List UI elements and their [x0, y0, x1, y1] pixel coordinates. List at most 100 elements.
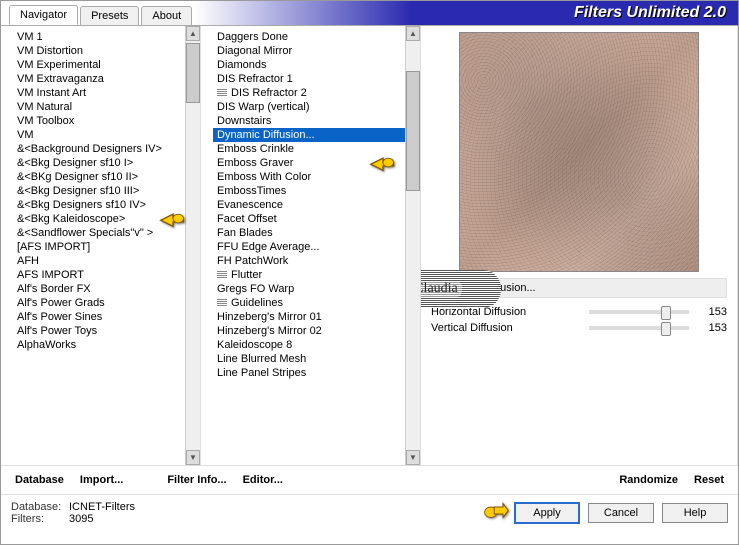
- list-item[interactable]: Diagonal Mirror: [213, 44, 420, 58]
- list-item[interactable]: VM Natural: [13, 100, 200, 114]
- list-item[interactable]: VM Experimental: [13, 58, 200, 72]
- list-item-label: Gregs FO Warp: [217, 283, 294, 295]
- list-item-label: DIS Refractor 1: [217, 73, 293, 85]
- list-item-label: DIS Warp (vertical): [217, 101, 310, 113]
- scrollbar-filters[interactable]: ▲ ▼: [405, 26, 420, 465]
- tab-bar: NavigatorPresetsAbout: [1, 1, 194, 25]
- category-list[interactable]: VM 1VM DistortionVM ExperimentalVM Extra…: [1, 26, 200, 465]
- list-item[interactable]: &<Bkg Designers sf10 IV>: [13, 198, 200, 212]
- list-item[interactable]: &<Background Designers IV>: [13, 142, 200, 156]
- list-item[interactable]: Kaleidoscope 8: [213, 338, 420, 352]
- list-item[interactable]: Hinzeberg's Mirror 01: [213, 310, 420, 324]
- param-label: Vertical Diffusion: [431, 322, 581, 334]
- param-value: 153: [697, 306, 727, 318]
- list-item[interactable]: Downstairs: [213, 114, 420, 128]
- watermark: Claudia: [421, 270, 501, 308]
- scroll-down-icon[interactable]: ▼: [406, 450, 420, 465]
- list-item[interactable]: Flutter: [213, 268, 420, 282]
- scrollbar-categories[interactable]: ▲ ▼: [185, 26, 200, 465]
- scroll-up-icon[interactable]: ▲: [406, 26, 420, 41]
- list-item[interactable]: &<Sandflower Specials"v" >: [13, 226, 200, 240]
- list-item[interactable]: Alf's Power Sines: [13, 310, 200, 324]
- list-item[interactable]: &<Bkg Kaleidoscope>: [13, 212, 200, 226]
- scroll-up-icon[interactable]: ▲: [186, 26, 200, 41]
- list-item[interactable]: Diamonds: [213, 58, 420, 72]
- preview-image: [459, 32, 699, 272]
- list-item[interactable]: Evanescence: [213, 198, 420, 212]
- scroll-thumb[interactable]: [406, 71, 420, 191]
- param-slider[interactable]: [589, 310, 689, 314]
- list-item[interactable]: Daggers Done: [213, 30, 420, 44]
- scroll-thumb[interactable]: [186, 43, 200, 103]
- preset-icon: [217, 271, 227, 279]
- list-item[interactable]: FH PatchWork: [213, 254, 420, 268]
- list-item-label: FFU Edge Average...: [217, 241, 320, 253]
- list-item[interactable]: Alf's Power Toys: [13, 324, 200, 338]
- preset-icon: [217, 89, 227, 97]
- database-button[interactable]: Database: [11, 472, 68, 488]
- list-item[interactable]: &<Bkg Designer sf10 I>: [13, 156, 200, 170]
- list-item[interactable]: VM Distortion: [13, 44, 200, 58]
- list-item-label: FH PatchWork: [217, 255, 288, 267]
- preset-icon: [217, 299, 227, 307]
- list-item[interactable]: Emboss Crinkle: [213, 142, 420, 156]
- list-item[interactable]: Gregs FO Warp: [213, 282, 420, 296]
- list-item[interactable]: &<Bkg Designer sf10 III>: [13, 184, 200, 198]
- list-item[interactable]: Alf's Border FX: [13, 282, 200, 296]
- list-item-label: Hinzeberg's Mirror 01: [217, 311, 322, 323]
- list-item[interactable]: Emboss With Color: [213, 170, 420, 184]
- param-row: Vertical Diffusion 153: [431, 320, 727, 336]
- list-item[interactable]: DIS Refractor 2: [213, 86, 420, 100]
- apply-button[interactable]: Apply: [514, 502, 580, 524]
- list-item[interactable]: Dynamic Diffusion...: [213, 128, 420, 142]
- randomize-button[interactable]: Randomize: [615, 472, 682, 488]
- cancel-button[interactable]: Cancel: [588, 503, 654, 523]
- list-item[interactable]: AFH: [13, 254, 200, 268]
- list-item-label: Emboss Crinkle: [217, 143, 294, 155]
- list-item-label: Hinzeberg's Mirror 02: [217, 325, 322, 337]
- editor-button[interactable]: Editor...: [239, 472, 287, 488]
- list-item-label: Flutter: [231, 269, 262, 281]
- list-item[interactable]: Line Blurred Mesh: [213, 352, 420, 366]
- tab-presets[interactable]: Presets: [80, 6, 139, 25]
- tab-about[interactable]: About: [141, 6, 192, 25]
- list-item[interactable]: VM Instant Art: [13, 86, 200, 100]
- list-item-label: Guidelines: [231, 297, 283, 309]
- list-item[interactable]: AFS IMPORT: [13, 268, 200, 282]
- app-title: Filters Unlimited 2.0: [574, 4, 726, 22]
- list-item[interactable]: Line Panel Stripes: [213, 366, 420, 380]
- list-item[interactable]: Emboss Graver: [213, 156, 420, 170]
- help-button[interactable]: Help: [662, 503, 728, 523]
- list-item[interactable]: FFU Edge Average...: [213, 240, 420, 254]
- pointer-hand-icon: [482, 500, 510, 520]
- list-item[interactable]: VM 1: [13, 30, 200, 44]
- list-item-label: Dynamic Diffusion...: [217, 129, 315, 141]
- param-value: 153: [697, 322, 727, 334]
- list-item-label: Facet Offset: [217, 213, 277, 225]
- list-item-label: Line Blurred Mesh: [217, 353, 306, 365]
- list-item[interactable]: Hinzeberg's Mirror 02: [213, 324, 420, 338]
- list-item[interactable]: AlphaWorks: [13, 338, 200, 352]
- scroll-down-icon[interactable]: ▼: [186, 450, 200, 465]
- list-item[interactable]: &<BKg Designer sf10 II>: [13, 170, 200, 184]
- list-item[interactable]: DIS Warp (vertical): [213, 100, 420, 114]
- list-item[interactable]: VM: [13, 128, 200, 142]
- reset-button[interactable]: Reset: [690, 472, 728, 488]
- tab-navigator[interactable]: Navigator: [9, 5, 78, 25]
- list-item-label: Emboss With Color: [217, 171, 311, 183]
- list-item[interactable]: VM Extravaganza: [13, 72, 200, 86]
- filter-info-button[interactable]: Filter Info...: [163, 472, 230, 488]
- filter-list[interactable]: Daggers DoneDiagonal MirrorDiamondsDIS R…: [201, 26, 420, 465]
- list-item[interactable]: [AFS IMPORT]: [13, 240, 200, 254]
- list-item[interactable]: Fan Blades: [213, 226, 420, 240]
- list-item[interactable]: DIS Refractor 1: [213, 72, 420, 86]
- list-item[interactable]: Guidelines: [213, 296, 420, 310]
- list-item[interactable]: Alf's Power Grads: [13, 296, 200, 310]
- param-slider[interactable]: [589, 326, 689, 330]
- list-item-label: Downstairs: [217, 115, 271, 127]
- list-item[interactable]: Facet Offset: [213, 212, 420, 226]
- list-item[interactable]: EmbossTimes: [213, 184, 420, 198]
- import-button[interactable]: Import...: [76, 472, 127, 488]
- list-item[interactable]: VM Toolbox: [13, 114, 200, 128]
- list-item-label: Evanescence: [217, 199, 283, 211]
